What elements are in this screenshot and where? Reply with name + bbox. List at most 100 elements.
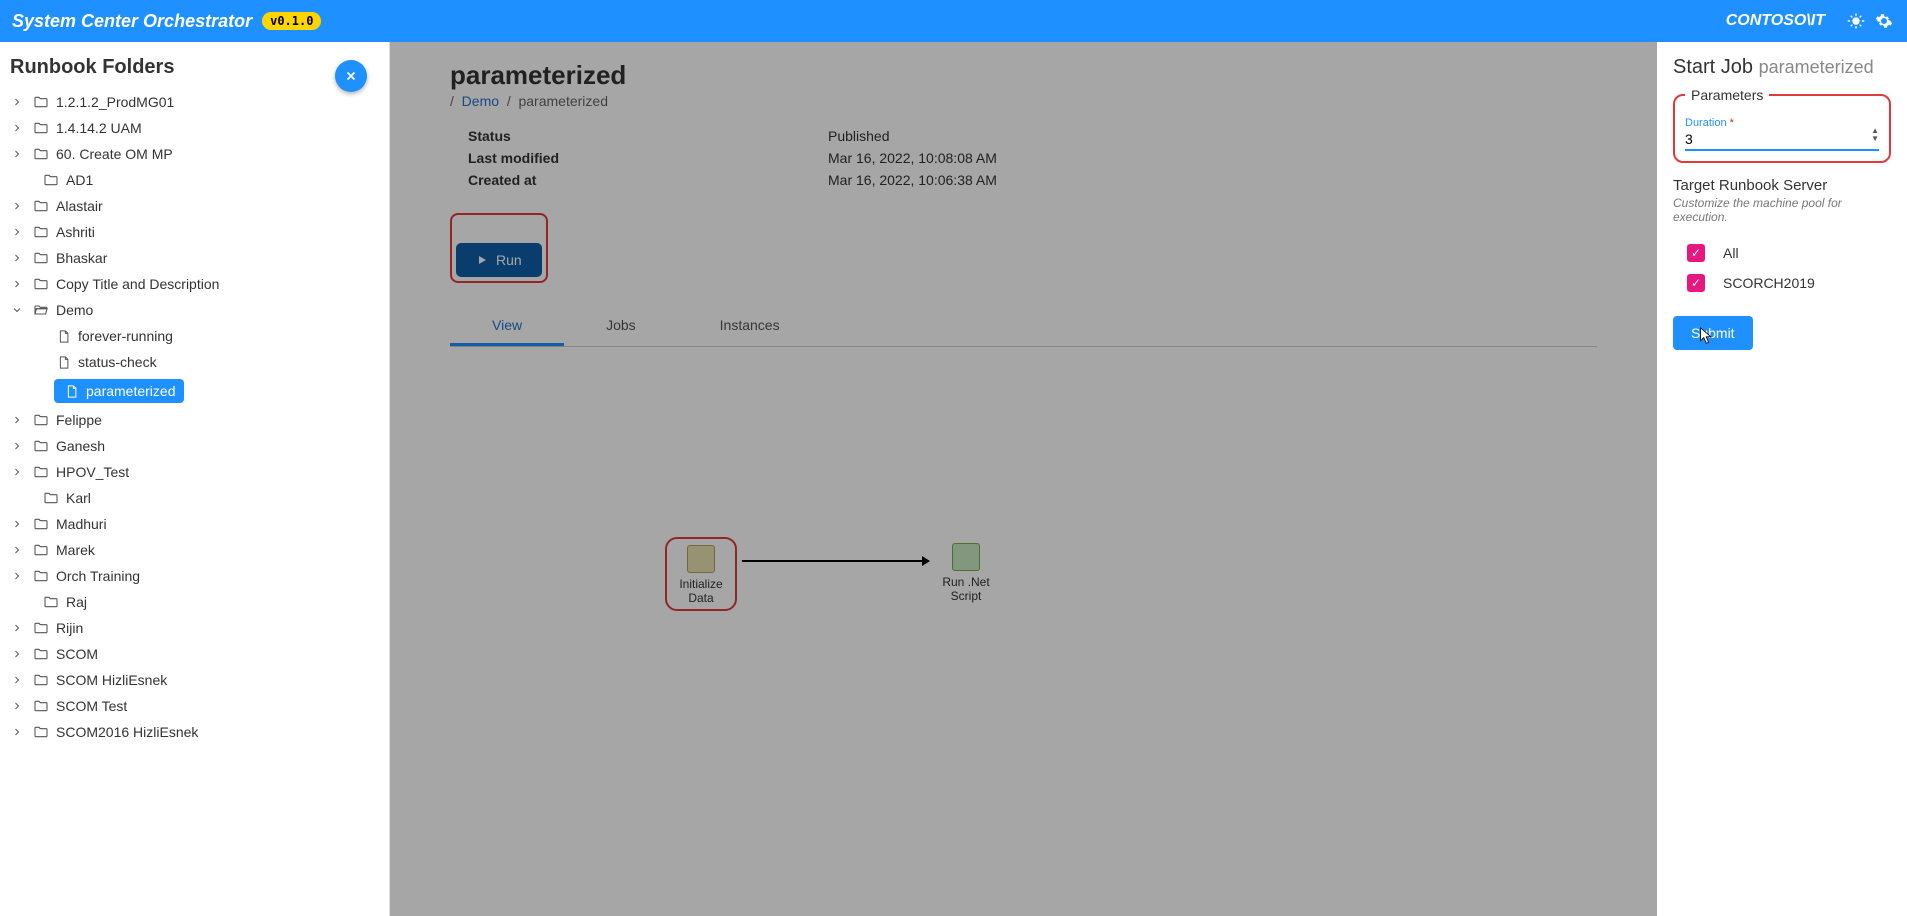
checkbox-all[interactable]: ✓ [1687,244,1705,262]
chevron-right-icon[interactable] [10,225,24,239]
tree-folder[interactable]: SCOM2016 HizliEsnek [0,719,389,745]
folder-icon [32,541,50,559]
chevron-right-icon[interactable] [10,673,24,687]
tree-label: Copy Title and Description [56,276,219,292]
chevron-right-icon[interactable] [10,147,24,161]
tree-folder[interactable]: Demo [0,297,389,323]
chevron-right-icon[interactable] [10,173,24,187]
checkbox-server[interactable]: ✓ [1687,274,1705,292]
number-stepper[interactable]: ▲▼ [1871,127,1879,143]
chevron-right-icon[interactable] [10,121,24,135]
chevron-right-icon[interactable] [10,465,24,479]
tree-folder[interactable]: Madhuri [0,511,389,537]
parameters-fieldset: Parameters Duration * ▲▼ [1673,87,1891,163]
collapse-sidebar-button[interactable] [335,60,367,92]
folder-icon [32,145,50,163]
chevron-right-icon[interactable] [10,725,24,739]
app-title: System Center Orchestrator [12,11,252,32]
checkbox-server-label: SCORCH2019 [1723,275,1815,291]
tree-label: SCOM HizliEsnek [56,672,167,688]
tree-folder[interactable]: 1.2.1.2_ProdMG01 [0,89,389,115]
folder-icon [42,171,60,189]
tree-label: Madhuri [56,516,107,532]
tree-label: Demo [56,302,93,318]
chevron-right-icon[interactable] [10,569,24,583]
folder-icon [32,197,50,215]
folder-icon [32,723,50,741]
folder-icon [32,275,50,293]
folder-icon [42,593,60,611]
tree-label: HPOV_Test [56,464,129,480]
chevron-right-icon[interactable] [10,413,24,427]
main-area: parameterized / Demo / parameterized Sta… [390,42,1907,916]
tree-folder[interactable]: Marek [0,537,389,563]
chevron-right-icon[interactable] [10,621,24,635]
tree-folder[interactable]: SCOM HizliEsnek [0,667,389,693]
submit-button[interactable]: Submit [1673,316,1753,350]
chevron-down-icon[interactable] [10,303,24,317]
panel-subtitle: parameterized [1759,57,1874,77]
chevron-right-icon[interactable] [10,699,24,713]
tree-folder[interactable]: 60. Create OM MP [0,141,389,167]
folder-icon [32,93,50,111]
tree-folder[interactable]: SCOM [0,641,389,667]
folder-tree[interactable]: 1.2.1.2_ProdMG01 1.4.14.2 UAM 60. Create O… [0,89,389,916]
tree-label: Bhaskar [56,250,107,266]
tree-folder[interactable]: Raj [0,589,389,615]
sidebar-heading: Runbook Folders [10,56,379,79]
chevron-right-icon[interactable] [10,595,24,609]
chevron-right-icon[interactable] [10,439,24,453]
tree-label: SCOM2016 HizliEsnek [56,724,198,740]
chevron-right-icon[interactable] [10,491,24,505]
tree-folder[interactable]: HPOV_Test [0,459,389,485]
tree-file[interactable]: status-check [0,349,389,375]
tree-folder[interactable]: Bhaskar [0,245,389,271]
tree-file[interactable]: parameterized [0,375,389,407]
chevron-right-icon[interactable] [10,199,24,213]
tree-label: AD1 [66,172,93,188]
tree-folder[interactable]: Orch Training [0,563,389,589]
tree-folder[interactable]: SCOM Test [0,693,389,719]
duration-label: Duration [1685,117,1727,129]
gear-icon[interactable] [1873,10,1895,32]
tree-label: Alastair [56,198,103,214]
target-server-heading: Target Runbook Server [1673,177,1891,194]
tree-file[interactable]: forever-running [0,323,389,349]
folder-icon [32,437,50,455]
tree-folder[interactable]: Copy Title and Description [0,271,389,297]
tree-folder[interactable]: Alastair [0,193,389,219]
version-badge: v0.1.0 [262,12,321,30]
folder-icon [32,119,50,137]
tree-folder[interactable]: Ashriti [0,219,389,245]
tree-folder[interactable]: 1.4.14.2 UAM [0,115,389,141]
tree-label: 1.4.14.2 UAM [56,120,142,136]
tree-folder[interactable]: Ganesh [0,433,389,459]
tree-label: Rijin [56,620,83,636]
tree-label: 1.2.1.2_ProdMG01 [56,94,174,110]
folder-icon [32,463,50,481]
sidebar: Runbook Folders 1.2.1.2_ProdMG01 1.4.14.2… [0,42,390,916]
chevron-right-icon[interactable] [10,543,24,557]
top-bar: System Center Orchestrator v0.1.0 CONTOS… [0,0,1907,42]
tree-label: Karl [66,490,91,506]
target-server-subtext: Customize the machine pool for execution… [1673,196,1891,224]
chevron-right-icon[interactable] [10,517,24,531]
duration-input[interactable] [1685,129,1879,151]
chevron-right-icon[interactable] [10,251,24,265]
file-icon [62,382,80,400]
tree-label: Ganesh [56,438,105,454]
folder-icon [32,567,50,585]
tree-folder[interactable]: AD1 [0,167,389,193]
tree-folder[interactable]: Karl [0,485,389,511]
bug-icon[interactable] [1845,10,1867,32]
start-job-panel: Start Job parameterized Parameters Durat… [1657,42,1907,916]
chevron-right-icon[interactable] [10,647,24,661]
tree-folder[interactable]: Felippe [0,407,389,433]
tree-label: Raj [66,594,87,610]
chevron-right-icon[interactable] [10,277,24,291]
tree-folder[interactable]: Rijin [0,615,389,641]
folder-icon [32,645,50,663]
folder-icon [32,697,50,715]
folder-icon [42,489,60,507]
chevron-right-icon[interactable] [10,95,24,109]
